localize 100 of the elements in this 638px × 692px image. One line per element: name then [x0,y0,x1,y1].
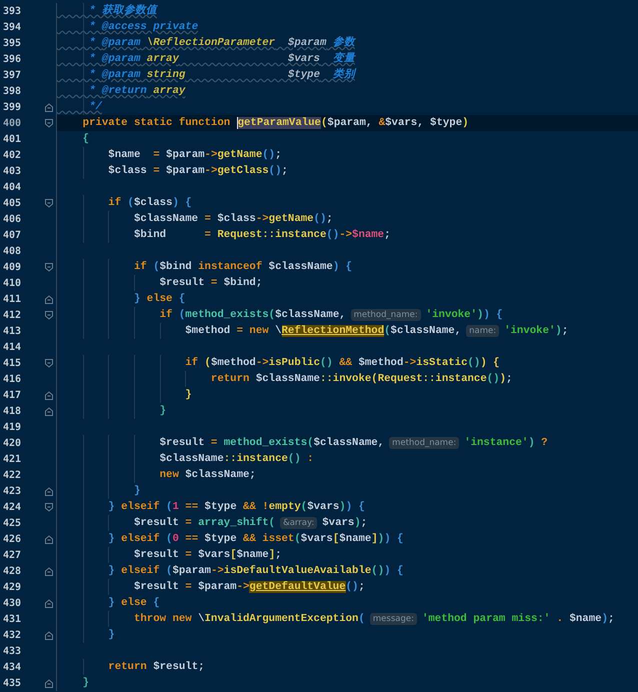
code-text: $className::instance() : [158,452,314,467]
line-number: 432 [3,630,22,640]
parameter-hint: method_name: [389,437,460,449]
code-text: * @access private [88,20,198,35]
code-text: throw new \InvalidArgumentException( [132,612,365,627]
parameter-hint: &array: [280,517,318,529]
code-text: $class = $param->getClass(); [107,164,288,179]
fold-icon[interactable] [44,566,54,576]
code-text: * @param array $vars 变量 [88,50,355,67]
code-text: $result = $param->getDefaultValue(); [132,580,365,595]
code-text: $result = array_shift( [132,516,276,531]
line-number: 399 [3,102,22,112]
fold-icon[interactable] [44,262,54,272]
code-text: if ($bind instanceof $className) { [132,260,352,275]
code-text: } else { [107,596,160,611]
line-number: 431 [3,614,22,624]
fold-icon[interactable] [44,630,54,640]
line-number: 429 [3,582,22,592]
line-number: 414 [3,342,22,352]
line-number: 419 [3,422,22,432]
fold-icon[interactable] [44,678,54,688]
code-text: $vars); [322,516,368,531]
line-number: 423 [3,486,22,496]
code-text: $bind = Request::instance()->$name; [132,228,391,243]
code-text: $method = new \ReflectionMethod($className, [184,324,462,339]
line-number: 410 [3,278,22,288]
code-text: } [107,628,115,643]
code-text: $name = $param->getName(); [107,148,282,163]
code-text: return $className::invoke(Request::instance()); [210,372,512,387]
fold-icon[interactable] [44,502,54,512]
line-number: 406 [3,214,22,224]
code-text: $result = method_exists($className, [158,436,384,451]
code-text: $result = $bind; [158,276,262,291]
code-text: private static function getParamValue($param, &$vars, $type) [82,116,469,131]
line-number: 417 [3,390,22,400]
line-number: 409 [3,262,22,272]
code-text: new $className; [158,468,256,483]
line-number: 422 [3,470,22,480]
line-number: 430 [3,598,22,608]
code-text: } [132,484,140,499]
fold-icon[interactable] [44,486,54,496]
line-number: 400 [3,118,22,128]
code-text: } [158,404,166,419]
code-text: } elseif (0 == $type && isset($vars[$name])) { [107,532,404,547]
code-text: if ($method->isPublic() && $method->isStatic()) { [184,356,500,371]
fold-icon[interactable] [44,598,54,608]
line-number: 427 [3,550,22,560]
line-number: 424 [3,502,22,512]
line-number: 403 [3,166,22,176]
line-number: 425 [3,518,22,528]
line-number: 418 [3,406,22,416]
code-text: * 获取参数值 [88,2,157,19]
fold-icon[interactable] [44,102,54,112]
fold-icon[interactable] [44,358,54,368]
line-number: 394 [3,22,22,32]
code-text: $result = $vars[$name]; [132,548,282,563]
fold-icon[interactable] [44,534,54,544]
parameter-hint: name: [466,325,500,337]
code-text: * @param string $type 类别 [88,67,355,83]
line-number: 420 [3,438,22,448]
code-text: if (method_exists($className, [158,308,346,323]
line-number: 401 [3,134,22,144]
line-number: 413 [3,326,22,336]
code-text: } [82,676,90,691]
code-text: 'method param miss:' . $name); [422,612,614,627]
code-text: } elseif (1 == $type && !empty($vars)) { [107,500,365,515]
fold-icon[interactable] [44,198,54,208]
code-text: * @param \ReflectionParameter $param 参数 [88,34,355,51]
code-text: } elseif ($param->isDefaultValueAvailable()) { [107,564,404,579]
line-number: 404 [3,182,22,192]
code-text: } else { [132,292,186,307]
line-number: 407 [3,230,22,240]
line-number: 435 [3,678,22,688]
line-number: 396 [3,54,22,64]
line-number: 402 [3,150,22,160]
fold-icon[interactable] [44,390,54,400]
parameter-hint: message: [370,613,417,625]
code-text: * @return array [88,84,186,99]
code-text: 'invoke'); [504,324,568,339]
code-text: { [82,132,90,147]
fold-icon[interactable] [44,406,54,416]
fold-icon[interactable] [44,310,54,320]
line-number: 405 [3,198,22,208]
parameter-hint: method_name: [350,309,421,321]
code-text: } [184,388,192,403]
line-number: 433 [3,646,22,656]
line-number: 416 [3,374,22,384]
code-text: 'instance') ? [464,436,548,451]
line-number: 393 [3,6,22,16]
line-number: 434 [3,662,22,672]
code-text: 'invoke')) { [426,308,503,323]
line-number: 408 [3,246,22,256]
line-number: 421 [3,454,22,464]
line-number: 395 [3,38,22,48]
line-number: 397 [3,70,22,80]
code-text: $className = $class->getName(); [132,212,333,227]
fold-icon[interactable] [44,118,54,128]
fold-icon[interactable] [44,294,54,304]
line-number: 412 [3,310,22,320]
line-number: 426 [3,534,22,544]
